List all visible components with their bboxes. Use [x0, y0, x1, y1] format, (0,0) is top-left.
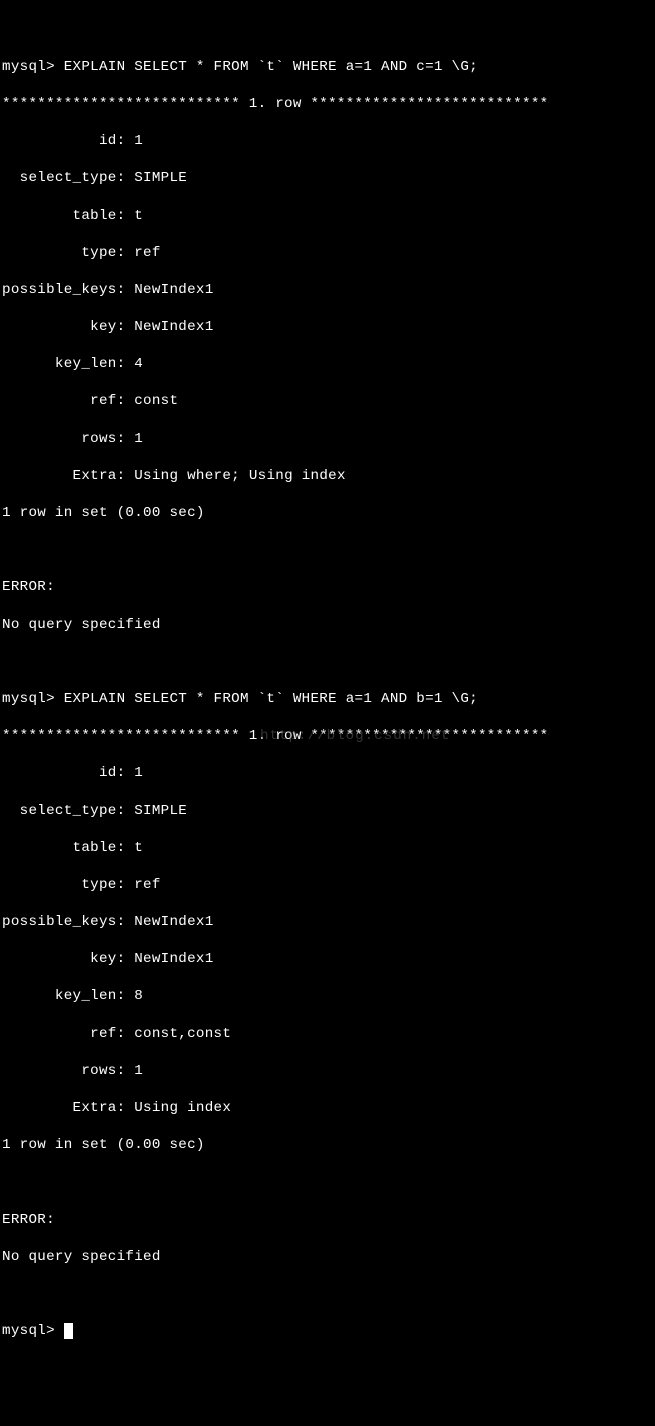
- field-value: Using index: [134, 1100, 231, 1116]
- prompt: mysql>: [2, 691, 64, 707]
- blank-line: [2, 1173, 653, 1192]
- result-footer-1: 1 row in set (0.00 sec): [2, 504, 653, 523]
- explain-row: id: 1: [2, 132, 653, 151]
- field-label: table: [2, 208, 117, 224]
- field-label: key: [2, 951, 117, 967]
- sql-command: EXPLAIN SELECT * FROM `t` WHERE a=1 AND …: [64, 59, 478, 75]
- field-value: const,const: [134, 1026, 231, 1042]
- field-label: type: [2, 245, 117, 261]
- field-label: rows: [2, 431, 117, 447]
- explain-row: possible_keys: NewIndex1: [2, 913, 653, 932]
- explain-row: key_len: 8: [2, 987, 653, 1006]
- explain-row: rows: 1: [2, 1062, 653, 1081]
- row-separator-1: *************************** 1. row *****…: [2, 95, 653, 114]
- error-message-1: No query specified: [2, 616, 653, 635]
- command-line-1: mysql> EXPLAIN SELECT * FROM `t` WHERE a…: [2, 58, 653, 77]
- field-value: ref: [134, 877, 160, 893]
- command-line-2: mysql> EXPLAIN SELECT * FROM `t` WHERE a…: [2, 690, 653, 709]
- result-footer-2: 1 row in set (0.00 sec): [2, 1136, 653, 1155]
- explain-row: table: t: [2, 839, 653, 858]
- sql-command: EXPLAIN SELECT * FROM `t` WHERE a=1 AND …: [64, 691, 478, 707]
- explain-row: Extra: Using where; Using index: [2, 467, 653, 486]
- explain-row: rows: 1: [2, 430, 653, 449]
- field-label: ref: [2, 1026, 117, 1042]
- watermark-text: http://blog.csdn.net: [260, 727, 450, 746]
- field-label: key: [2, 319, 117, 335]
- explain-row: id: 1: [2, 764, 653, 783]
- field-value: 1: [134, 431, 143, 447]
- field-value: SIMPLE: [134, 803, 187, 819]
- field-value: NewIndex1: [134, 914, 213, 930]
- field-label: select_type: [2, 803, 117, 819]
- explain-row: ref: const,const: [2, 1025, 653, 1044]
- field-value: 1: [134, 1063, 143, 1079]
- explain-row: Extra: Using index: [2, 1099, 653, 1118]
- prompt-line[interactable]: mysql>: [2, 1322, 653, 1341]
- prompt: mysql>: [2, 1323, 64, 1339]
- blank-line: [2, 653, 653, 672]
- explain-row: key_len: 4: [2, 355, 653, 374]
- field-value: SIMPLE: [134, 170, 187, 186]
- field-value: NewIndex1: [134, 319, 213, 335]
- row-separator-2: *************************** 1. row *****…: [2, 727, 653, 746]
- field-label: select_type: [2, 170, 117, 186]
- prompt: mysql>: [2, 59, 64, 75]
- error-label-2: ERROR:: [2, 1211, 653, 1230]
- field-value: 4: [134, 356, 143, 372]
- field-value: 8: [134, 988, 143, 1004]
- field-label: table: [2, 840, 117, 856]
- field-label: id: [2, 765, 117, 781]
- field-label: possible_keys: [2, 914, 117, 930]
- blank-line: [2, 1285, 653, 1304]
- explain-row: type: ref: [2, 876, 653, 895]
- field-value: ref: [134, 245, 160, 261]
- explain-row: select_type: SIMPLE: [2, 802, 653, 821]
- field-label: rows: [2, 1063, 117, 1079]
- cursor-icon: [64, 1322, 73, 1341]
- explain-row: key: NewIndex1: [2, 950, 653, 969]
- blank-line: [2, 541, 653, 560]
- field-label: key_len: [2, 988, 117, 1004]
- field-value: const: [134, 393, 178, 409]
- field-label: id: [2, 133, 117, 149]
- explain-row: ref: const: [2, 392, 653, 411]
- explain-row: key: NewIndex1: [2, 318, 653, 337]
- field-value: NewIndex1: [134, 951, 213, 967]
- field-label: ref: [2, 393, 117, 409]
- field-label: Extra: [2, 1100, 117, 1116]
- field-value: Using where; Using index: [134, 468, 346, 484]
- field-value: t: [134, 208, 143, 224]
- field-label: possible_keys: [2, 282, 117, 298]
- field-value: t: [134, 840, 143, 856]
- field-value: 1: [134, 765, 143, 781]
- error-label-1: ERROR:: [2, 578, 653, 597]
- explain-row: type: ref: [2, 244, 653, 263]
- error-message-2: No query specified: [2, 1248, 653, 1267]
- field-value: NewIndex1: [134, 282, 213, 298]
- explain-row: table: t: [2, 207, 653, 226]
- field-value: 1: [134, 133, 143, 149]
- explain-row: possible_keys: NewIndex1: [2, 281, 653, 300]
- field-label: type: [2, 877, 117, 893]
- explain-row: select_type: SIMPLE: [2, 169, 653, 188]
- field-label: key_len: [2, 356, 117, 372]
- field-label: Extra: [2, 468, 117, 484]
